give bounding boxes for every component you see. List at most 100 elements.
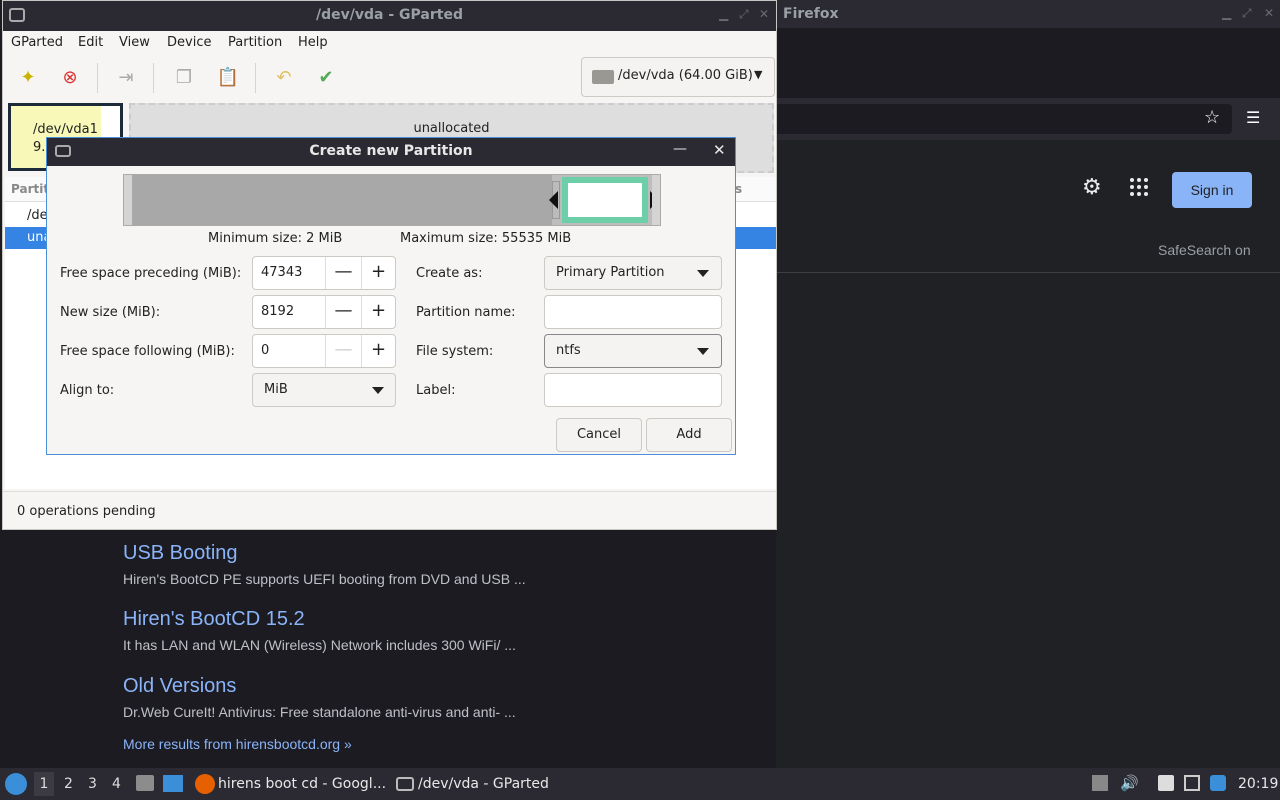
start-menu-icon[interactable] (5, 773, 27, 795)
notification-icon[interactable] (1210, 775, 1226, 791)
resizer-edge (652, 175, 660, 225)
gparted-icon[interactable] (396, 777, 414, 791)
menu-partition[interactable]: Partition (228, 35, 282, 50)
add-button[interactable]: Add (646, 418, 732, 452)
paste-icon[interactable]: 📋 (215, 65, 241, 91)
apply-icon[interactable]: ✔ (313, 65, 339, 91)
decrement-button[interactable]: — (325, 296, 361, 328)
chevron-down-icon (697, 348, 709, 355)
firefox-window: Firefox ▁ ⤢ ✕ ☆ ☰ ⚙ Sign in SafeSearch o… (776, 0, 1280, 768)
partition-name-field[interactable] (544, 295, 722, 329)
new-size-spinner[interactable]: 8192 — + (252, 295, 396, 329)
workspace-3[interactable]: 3 (88, 776, 97, 792)
undo-icon[interactable]: ↶ (271, 65, 297, 91)
menu-edit[interactable]: Edit (78, 35, 103, 50)
dropdown-value: MiB (264, 382, 288, 397)
partition-size: 9. (33, 140, 46, 155)
align-to-dropdown[interactable]: MiB (252, 373, 396, 407)
maximize-icon[interactable]: ⤢ (739, 7, 749, 22)
menu-device[interactable]: Device (167, 35, 211, 50)
minimize-icon[interactable]: ▁ (719, 7, 728, 21)
workspace-4[interactable]: 4 (112, 776, 121, 792)
search-result: Hiren's BootCD 15.2 It has LAN and WLAN … (123, 608, 516, 653)
copy-icon[interactable]: ❐ (171, 65, 197, 91)
align-to-label: Align to: (60, 383, 115, 398)
safesearch-status[interactable]: SafeSearch on (1158, 242, 1251, 258)
spinner-value[interactable]: 0 (261, 343, 269, 358)
minimize-icon[interactable]: — (673, 141, 687, 157)
menu-gparted[interactable]: GParted (11, 35, 63, 50)
chevron-down-icon (372, 387, 384, 394)
free-space-following-spinner[interactable]: 0 — + (252, 334, 396, 368)
minimize-icon[interactable]: ▁ (1222, 6, 1231, 20)
gparted-titlebar[interactable]: /dev/vda - GParted ▁ ⤢ ✕ (3, 1, 776, 31)
taskbar-gparted-task[interactable]: /dev/vda - GParted (418, 776, 549, 792)
device-label: /dev/vda (64.00 GiB) (618, 68, 753, 83)
firefox-icon[interactable] (195, 774, 215, 794)
taskbar-firefox-task[interactable]: hirens boot cd - Googl... (218, 776, 386, 792)
device-selector[interactable]: /dev/vda (64.00 GiB) ▼ (581, 57, 775, 97)
increment-button[interactable]: + (361, 257, 395, 289)
dialog-titlebar[interactable]: Create new Partition — ✕ (47, 138, 735, 166)
menu-bar: GParted Edit View Device Partition Help (3, 31, 776, 55)
volume-icon[interactable]: 🔊 (1120, 774, 1139, 792)
partition-resizer[interactable] (123, 174, 661, 226)
file-manager-icon[interactable] (136, 775, 154, 791)
decrement-button[interactable]: — (325, 257, 361, 289)
new-partition-icon[interactable]: ✦ (15, 65, 41, 91)
resize-move-icon[interactable]: ⇥ (113, 65, 139, 91)
maximize-icon[interactable]: ⤢ (1242, 6, 1252, 21)
free-space-preceding-spinner[interactable]: 47343 — + (252, 256, 396, 290)
create-as-dropdown[interactable]: Primary Partition (544, 256, 722, 290)
close-icon[interactable]: ✕ (713, 141, 726, 159)
result-title-link[interactable]: USB Booting (123, 542, 526, 565)
increment-button[interactable]: + (361, 335, 395, 367)
search-result: USB Booting Hiren's BootCD PE supports U… (123, 542, 526, 587)
cancel-button[interactable]: Cancel (556, 418, 642, 452)
bookmark-star-icon[interactable]: ☆ (1204, 107, 1220, 128)
partition-name: /dev/vda1 (33, 122, 98, 137)
create-partition-dialog: Create new Partition — ✕ Minimum size: 2… (46, 137, 736, 455)
firefox-window-title: Firefox (783, 6, 839, 22)
fs-label-field[interactable] (544, 373, 722, 407)
sign-in-button[interactable]: Sign in (1172, 172, 1252, 208)
increment-button[interactable]: + (361, 296, 395, 328)
decrement-button[interactable]: — (325, 335, 361, 367)
tray-expand-icon[interactable] (1092, 775, 1108, 791)
more-results-link[interactable]: More results from hirensbootcd.org » (123, 736, 352, 752)
workspace-2[interactable]: 2 (64, 776, 73, 792)
spinner-value[interactable]: 8192 (261, 304, 294, 319)
search-result: Old Versions Dr.Web CureIt! Antivirus: F… (123, 675, 516, 720)
free-space-preceding-area (132, 175, 552, 225)
file-system-dropdown[interactable]: ntfs (544, 334, 722, 368)
delete-partition-icon[interactable]: ⊗ (57, 65, 83, 91)
dialog-title: Create new Partition (309, 143, 473, 159)
network-icon[interactable] (1184, 775, 1200, 791)
result-title-link[interactable]: Old Versions (123, 675, 516, 698)
arrow-left-icon[interactable] (549, 191, 558, 209)
file-system-label: File system: (416, 344, 494, 359)
menu-help[interactable]: Help (298, 35, 328, 50)
show-desktop-icon[interactable] (163, 775, 183, 792)
settings-gear-icon[interactable]: ⚙ (1082, 175, 1102, 200)
firefox-titlebar[interactable]: Firefox ▁ ⤢ ✕ (776, 0, 1280, 28)
close-icon[interactable]: ✕ (759, 7, 769, 21)
firefox-tab-strip (776, 28, 1280, 98)
result-snippet: It has LAN and WLAN (Wireless) Network i… (123, 637, 516, 653)
new-partition-block[interactable] (562, 177, 648, 223)
column-header-flags[interactable]: s (735, 182, 742, 196)
status-bar: 0 operations pending (3, 491, 776, 529)
workspace-1[interactable]: 1 (34, 772, 54, 796)
toolbar-separator (255, 63, 256, 93)
result-title-link[interactable]: Hiren's BootCD 15.2 (123, 608, 516, 631)
menu-view[interactable]: View (119, 35, 150, 50)
clock[interactable]: 20:19 (1238, 776, 1278, 792)
column-header-partition[interactable]: Partit (11, 182, 49, 196)
url-bar[interactable] (776, 104, 1232, 134)
close-icon[interactable]: ✕ (1264, 6, 1274, 20)
spinner-value[interactable]: 47343 (261, 265, 302, 280)
google-apps-icon[interactable] (1130, 178, 1148, 196)
hamburger-menu-icon[interactable]: ☰ (1246, 108, 1260, 127)
free-space-following-label: Free space following (MiB): (60, 344, 235, 359)
clipboard-icon[interactable] (1158, 775, 1174, 791)
